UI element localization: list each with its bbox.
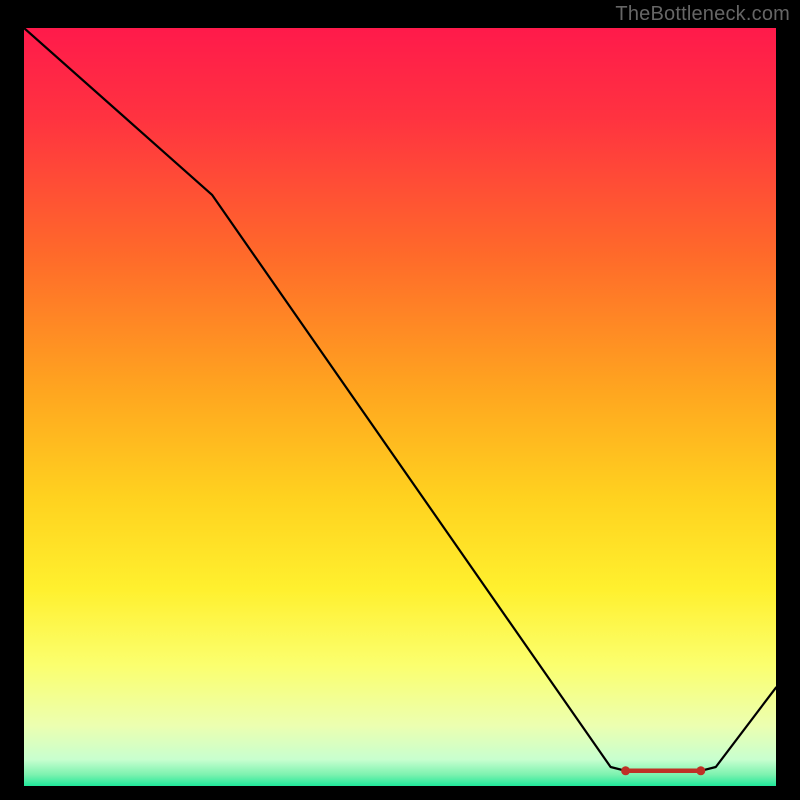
plot-area — [24, 28, 776, 786]
optimal-range-start-dot — [621, 766, 630, 775]
attribution-text: TheBottleneck.com — [615, 3, 790, 26]
heat-background — [24, 28, 776, 786]
optimal-range-end-dot — [696, 766, 705, 775]
chart-frame: TheBottleneck.com — [0, 0, 800, 800]
plot-svg — [24, 28, 776, 786]
